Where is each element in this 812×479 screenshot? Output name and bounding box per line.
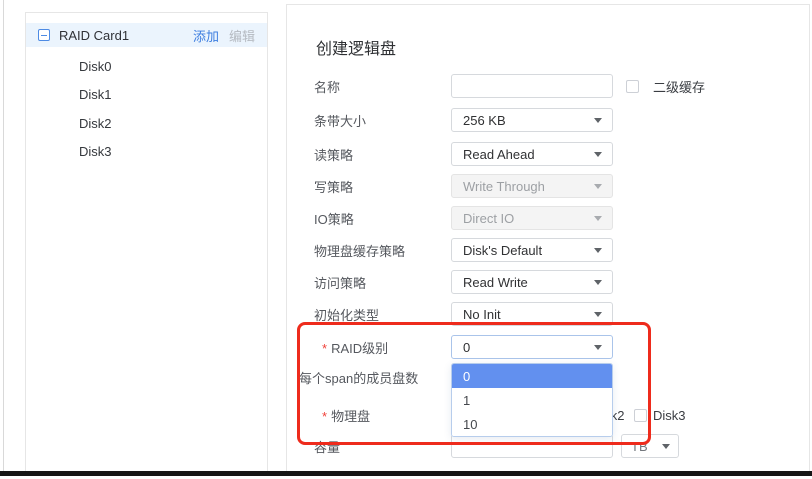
secondary-cache-label: 二级缓存 <box>653 77 705 96</box>
write-policy-value: Write Through <box>463 179 545 194</box>
io-policy-label: IO策略 <box>314 209 451 228</box>
pd-cache-policy-value: Disk's Default <box>463 243 542 258</box>
chevron-down-icon <box>594 345 602 350</box>
tree-item-disk1[interactable]: Disk1 <box>79 87 249 105</box>
page-title: 创建逻辑盘 <box>316 35 396 59</box>
access-policy-select[interactable]: Read Write <box>451 270 613 294</box>
form-row-span-members: 每个span的成员盘数 <box>299 365 451 389</box>
page-left-border <box>3 0 4 471</box>
read-policy-select[interactable]: Read Ahead <box>451 142 613 166</box>
bottom-window-edge <box>0 471 812 476</box>
capacity-input[interactable] <box>451 434 613 458</box>
form-row-name: 名称 二级缓存 <box>314 74 705 98</box>
read-policy-value: Read Ahead <box>463 147 535 162</box>
pd-cache-policy-label: 物理盘缓存策略 <box>314 241 451 260</box>
span-members-label: 每个span的成员盘数 <box>299 368 451 387</box>
form-row-write-policy: 写策略 Write Through <box>314 174 613 198</box>
disk3-checkbox[interactable] <box>634 409 647 422</box>
name-label: 名称 <box>314 77 451 96</box>
capacity-unit-select[interactable]: TB <box>621 434 679 458</box>
chevron-down-icon <box>594 216 602 221</box>
chevron-down-icon <box>594 280 602 285</box>
name-input[interactable] <box>451 74 613 98</box>
form-row-init-type: 初始化类型 No Init <box>314 302 613 326</box>
stripe-size-label: 条带大小 <box>314 111 451 130</box>
form-row-pd-cache-policy: 物理盘缓存策略 Disk's Default <box>314 238 613 262</box>
physical-disks-label: *物理盘 <box>314 406 451 425</box>
raid-level-label: *RAID级别 <box>314 338 451 357</box>
raid-card-label: RAID Card1 <box>59 28 193 43</box>
pd-cache-policy-select[interactable]: Disk's Default <box>451 238 613 262</box>
collapse-minus-icon[interactable] <box>38 29 50 41</box>
chevron-down-icon <box>594 248 602 253</box>
stripe-size-select[interactable]: 256 KB <box>451 108 613 132</box>
create-logical-disk-panel: 创建逻辑盘 名称 二级缓存 条带大小 256 KB 读策略 Read Ahead <box>286 4 810 471</box>
io-policy-value: Direct IO <box>463 211 514 226</box>
access-policy-value: Read Write <box>463 275 528 290</box>
tree-item-disk2[interactable]: Disk2 <box>79 116 249 134</box>
form-row-stripe-size: 条带大小 256 KB <box>314 108 613 132</box>
tree-row-raid-card1[interactable]: RAID Card1 添加 编辑 <box>26 23 267 47</box>
write-policy-label: 写策略 <box>314 177 451 196</box>
access-policy-label: 访问策略 <box>314 273 451 292</box>
form-row-raid-level: *RAID级别 0 <box>314 335 613 359</box>
disk3-checkbox-label: Disk3 <box>653 408 686 423</box>
raid-level-option-1[interactable]: 1 <box>452 388 612 412</box>
raid-level-dropdown: 0 1 10 <box>451 363 613 437</box>
capacity-label: 容量 <box>314 437 451 456</box>
secondary-cache-group: 二级缓存 <box>626 77 705 96</box>
raid-level-option-0[interactable]: 0 <box>452 364 612 388</box>
form-row-capacity: 容量 TB <box>314 434 679 458</box>
init-type-value: No Init <box>463 307 501 322</box>
required-asterisk: * <box>322 341 327 356</box>
read-policy-label: 读策略 <box>314 145 451 164</box>
capacity-unit-value: TB <box>631 439 648 454</box>
chevron-down-icon <box>594 152 602 157</box>
secondary-cache-checkbox[interactable] <box>626 80 639 93</box>
form-row-io-policy: IO策略 Direct IO <box>314 206 613 230</box>
write-policy-select: Write Through <box>451 174 613 198</box>
chevron-down-icon <box>594 312 602 317</box>
stripe-size-value: 256 KB <box>463 113 506 128</box>
chevron-down-icon <box>662 444 670 449</box>
init-type-select[interactable]: No Init <box>451 302 613 326</box>
form-row-access-policy: 访问策略 Read Write <box>314 270 613 294</box>
add-link[interactable]: 添加 <box>193 26 219 45</box>
io-policy-select: Direct IO <box>451 206 613 230</box>
tree-item-disk3[interactable]: Disk3 <box>79 144 249 162</box>
chevron-down-icon <box>594 118 602 123</box>
form-row-read-policy: 读策略 Read Ahead <box>314 142 613 166</box>
raid-level-select[interactable]: 0 <box>451 335 613 359</box>
chevron-down-icon <box>594 184 602 189</box>
edit-link[interactable]: 编辑 <box>229 26 255 45</box>
init-type-label: 初始化类型 <box>314 305 451 324</box>
raid-level-value: 0 <box>463 340 470 355</box>
raid-tree-sidebar: RAID Card1 添加 编辑 Disk0 Disk1 Disk2 Disk3 <box>25 12 268 471</box>
tree-item-disk0[interactable]: Disk0 <box>79 59 249 77</box>
required-asterisk: * <box>322 409 327 424</box>
raid-level-option-10[interactable]: 10 <box>452 412 612 436</box>
pd-item-disk3: Disk3 <box>634 408 695 423</box>
raid-config-page: RAID Card1 添加 编辑 Disk0 Disk1 Disk2 Disk3… <box>0 0 812 479</box>
